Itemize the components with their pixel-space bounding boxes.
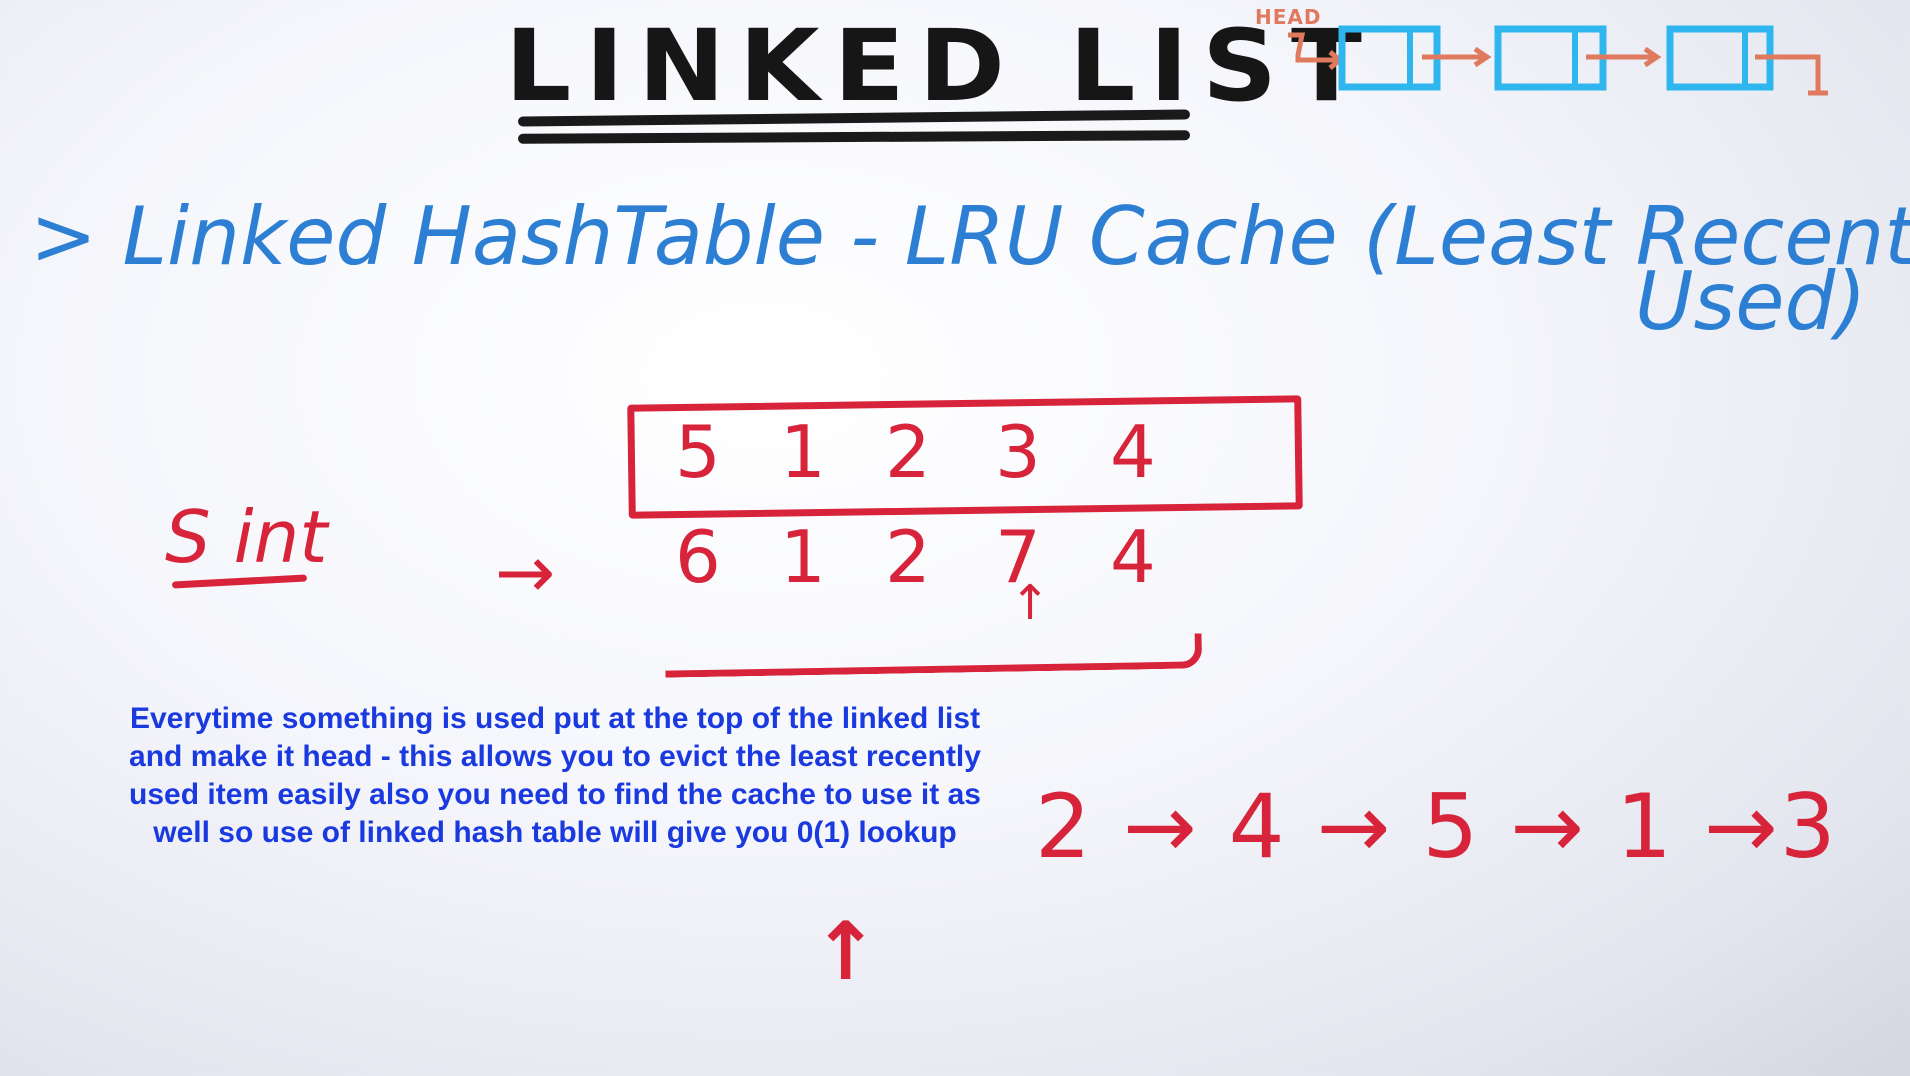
cache-cell: 1 xyxy=(780,410,826,494)
pointer-arrow: ↑ xyxy=(1010,575,1051,631)
note-line: and make it head - this allows you to ev… xyxy=(129,740,981,773)
up-arrow: ↑ xyxy=(812,905,880,998)
node-next-arrow xyxy=(1586,46,1662,68)
note-line: Everytime something is used put at the t… xyxy=(129,702,981,735)
cache-cell: 4 xyxy=(1110,410,1156,494)
page-title: LINKED LIST xyxy=(505,8,1376,124)
subtitle-line2: Used) xyxy=(1635,255,1867,348)
cache-cell: 3 xyxy=(995,410,1041,494)
cache-box xyxy=(627,395,1303,519)
lru-chain: 2 → 4 → 5 → 1 →3 xyxy=(1035,775,1838,878)
linked-list-diagram xyxy=(1288,25,1828,96)
cache-cell: 2 xyxy=(885,410,931,494)
head-pointer-arrow xyxy=(1288,32,1338,63)
title-underline xyxy=(517,130,1191,144)
row-bracket xyxy=(664,633,1203,678)
right-arrow: → xyxy=(495,530,556,614)
cache-cell: 4 xyxy=(1110,515,1156,599)
note-line: well so use of linked hash table will gi… xyxy=(153,816,957,849)
node-next-arrow xyxy=(1422,46,1492,68)
explanation-note: Everytime something is used put at the t… xyxy=(75,700,1035,852)
cache-cell: 2 xyxy=(885,515,931,599)
set-label: S int xyxy=(165,495,328,579)
subtitle-line1: > Linked HashTable - LRU Cache (Least Re… xyxy=(30,190,1910,283)
note-line: used item easily also you need to find t… xyxy=(129,778,981,811)
cache-cell: 1 xyxy=(780,515,826,599)
cache-cell: 6 xyxy=(675,515,721,599)
cache-cell: 5 xyxy=(675,410,721,494)
